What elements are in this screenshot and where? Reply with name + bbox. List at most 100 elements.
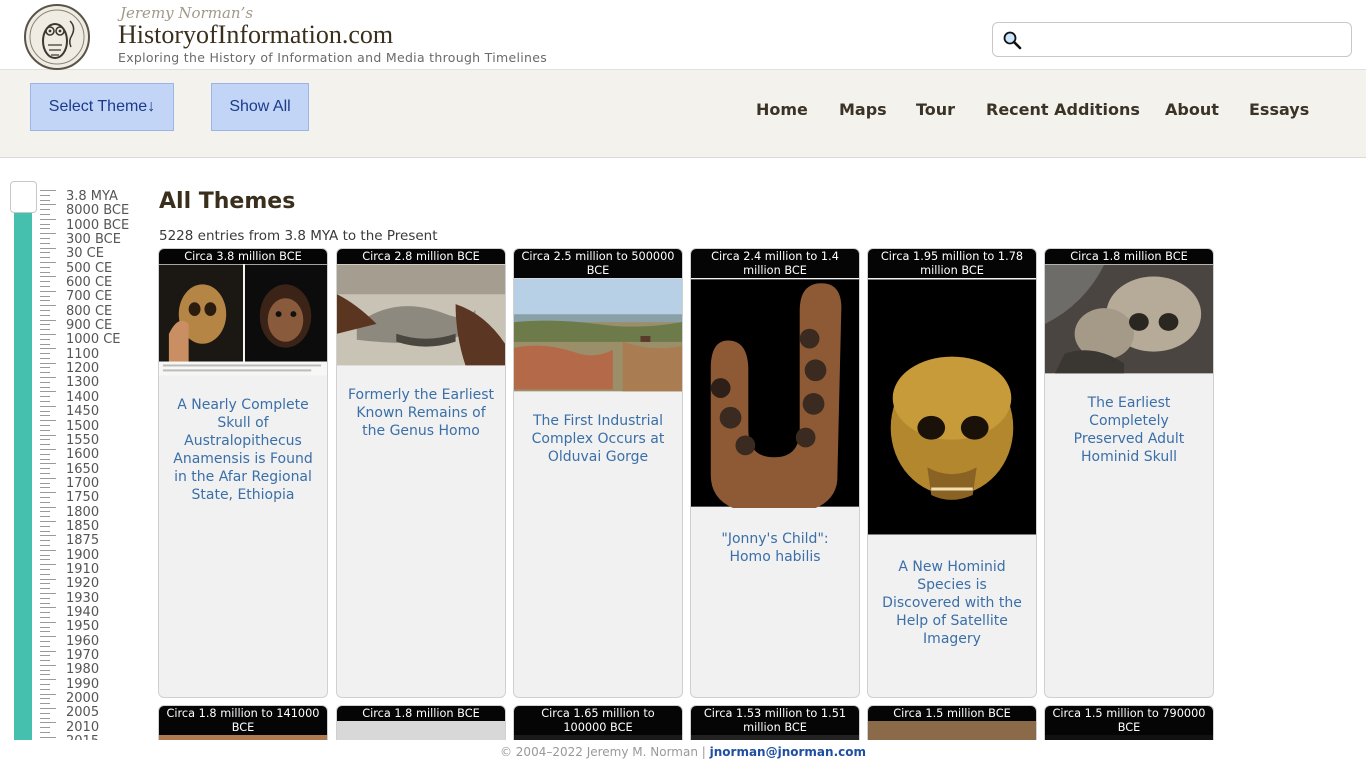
timeline-tick (40, 583, 50, 585)
page-title: All Themes (159, 189, 296, 214)
show-all-button[interactable]: Show All (211, 83, 309, 131)
entry-card[interactable]: Circa 2.4 million to 1.4 million BCE "Jo… (690, 248, 860, 698)
timeline-label[interactable]: 8000 BCE (66, 203, 156, 218)
entry-image-hominid-skull[interactable] (868, 278, 1036, 536)
timeline-label[interactable]: 1950 (66, 619, 156, 634)
entry-title-link[interactable]: A Nearly Complete Skull of Australopithe… (159, 396, 327, 504)
timeline-tick (40, 204, 56, 206)
timeline-tick (40, 401, 50, 403)
timeline-tick (40, 247, 56, 249)
entry-title-link[interactable]: A New Hominid Species is Discovered with… (868, 558, 1036, 648)
search-input[interactable] (1027, 27, 1342, 53)
timeline-label[interactable]: 1910 (66, 562, 156, 577)
timeline-tick (40, 290, 56, 292)
timeline-tick (40, 233, 56, 235)
timeline-label[interactable]: 1960 (66, 634, 156, 649)
entry-card[interactable]: Circa 1.95 million to 1.78 million BCE A… (867, 248, 1037, 698)
timeline-label[interactable]: 700 CE (66, 290, 156, 305)
timeline-label[interactable]: 1000 CE (66, 333, 156, 348)
site-tagline: Exploring the History of Information and… (118, 50, 548, 65)
entry-title-link[interactable]: The First Industrial Complex Occurs at O… (514, 412, 682, 466)
timeline-label[interactable]: 1920 (66, 576, 156, 591)
timeline-slider-handle[interactable] (10, 181, 37, 213)
entry-title-link[interactable]: "Jonny's Child": Homo habilis (691, 530, 859, 566)
timeline-label[interactable]: 2000 (66, 691, 156, 706)
nav-home-link[interactable]: Home (756, 100, 808, 119)
timeline-label[interactable]: 1940 (66, 605, 156, 620)
timeline-label[interactable]: 1900 (66, 548, 156, 563)
timeline-tick (40, 631, 50, 633)
nav-about-link[interactable]: About (1165, 100, 1219, 119)
timeline-label[interactable]: 800 CE (66, 304, 156, 319)
search-icon[interactable] (1002, 30, 1022, 50)
site-name-link[interactable]: HistoryofInformation.com (118, 20, 393, 50)
timeline-tick (40, 616, 50, 618)
timeline-tick (40, 309, 50, 311)
timeline-tick (40, 453, 50, 455)
timeline-label[interactable]: 1450 (66, 404, 156, 419)
timeline-tick (40, 482, 50, 484)
timeline-tick (40, 540, 50, 542)
nav-tour-link[interactable]: Tour (916, 100, 955, 119)
timeline-tick (40, 525, 50, 527)
timeline-label[interactable]: 30 CE (66, 247, 156, 262)
entry-image-skull[interactable] (159, 264, 327, 376)
timeline-tick (40, 237, 50, 239)
timeline-label[interactable]: 1200 (66, 361, 156, 376)
timeline-label[interactable]: 900 CE (66, 318, 156, 333)
timeline-label[interactable]: 1875 (66, 533, 156, 548)
entry-card[interactable]: Circa 2.8 million BCE Formerly the Earli… (336, 248, 506, 698)
timeline-label[interactable]: 1000 BCE (66, 218, 156, 233)
timeline-label[interactable]: 300 BCE (66, 232, 156, 247)
timeline-label[interactable]: 1650 (66, 462, 156, 477)
timeline-tick (40, 276, 56, 278)
contact-email-link[interactable]: jnorman@jnorman.com (710, 745, 866, 759)
timeline-tick (40, 458, 50, 460)
timeline-label[interactable]: 2010 (66, 720, 156, 735)
timeline-label[interactable]: 1990 (66, 677, 156, 692)
entry-image-olduvai-gorge[interactable] (514, 278, 682, 392)
timeline-track[interactable] (14, 184, 32, 740)
timeline-label[interactable]: 1750 (66, 490, 156, 505)
timeline-tick (40, 722, 56, 724)
entry-card[interactable]: Circa 2.5 million to 500000 BCE The Firs… (513, 248, 683, 698)
timeline-label[interactable]: 1980 (66, 662, 156, 677)
timeline-tick (40, 506, 56, 508)
select-theme-button[interactable]: Select Theme↓ (30, 83, 174, 131)
entry-card[interactable]: Circa 1.8 million BCE The Earliest Compl… (1044, 248, 1214, 698)
nav-recent-additions-link[interactable]: Recent Additions (986, 100, 1140, 119)
owl-coin-logo-icon[interactable] (18, 3, 96, 71)
entry-image-dmanisi-skull[interactable] (1045, 264, 1213, 374)
entry-title-link[interactable]: Formerly the Earliest Known Remains of t… (337, 386, 505, 440)
timeline-labels: 3.8 MYA 8000 BCE 1000 BCE 300 BCE 30 CE 500 C… (66, 190, 156, 740)
timeline-label[interactable]: 1100 (66, 347, 156, 362)
timeline-label[interactable]: 2005 (66, 706, 156, 721)
timeline-tick (40, 621, 56, 623)
timeline-label[interactable]: 1930 (66, 591, 156, 606)
timeline-tick (40, 194, 50, 196)
timeline-label[interactable]: 1500 (66, 419, 156, 434)
timeline-tick (40, 544, 50, 546)
timeline-tick (40, 554, 50, 556)
timeline-label[interactable]: 500 CE (66, 261, 156, 276)
timeline-tick (40, 228, 50, 230)
timeline-tick (40, 213, 50, 215)
nav-essays-link[interactable]: Essays (1249, 100, 1309, 119)
timeline-label[interactable]: 1600 (66, 447, 156, 462)
timeline-label[interactable]: 1550 (66, 433, 156, 448)
timeline-label[interactable]: 1400 (66, 390, 156, 405)
timeline-tick (40, 650, 56, 652)
timeline-label[interactable]: 1800 (66, 505, 156, 520)
timeline-label[interactable]: 1850 (66, 519, 156, 534)
timeline-label[interactable]: 1300 (66, 376, 156, 391)
timeline-tick (40, 353, 50, 355)
nav-maps-link[interactable]: Maps (839, 100, 887, 119)
entry-card[interactable]: Circa 3.8 million BCE A Nearly Complete … (158, 248, 328, 698)
timeline-label[interactable]: 1970 (66, 648, 156, 663)
timeline-label[interactable]: 3.8 MYA (66, 190, 156, 204)
entry-title-link[interactable]: The Earliest Completely Preserved Adult … (1045, 394, 1213, 466)
timeline-label[interactable]: 1700 (66, 476, 156, 491)
entry-image-homo-habilis-jaw[interactable] (691, 278, 859, 508)
timeline-label[interactable]: 600 CE (66, 275, 156, 290)
entry-image-jaw-fossil[interactable] (337, 264, 505, 366)
